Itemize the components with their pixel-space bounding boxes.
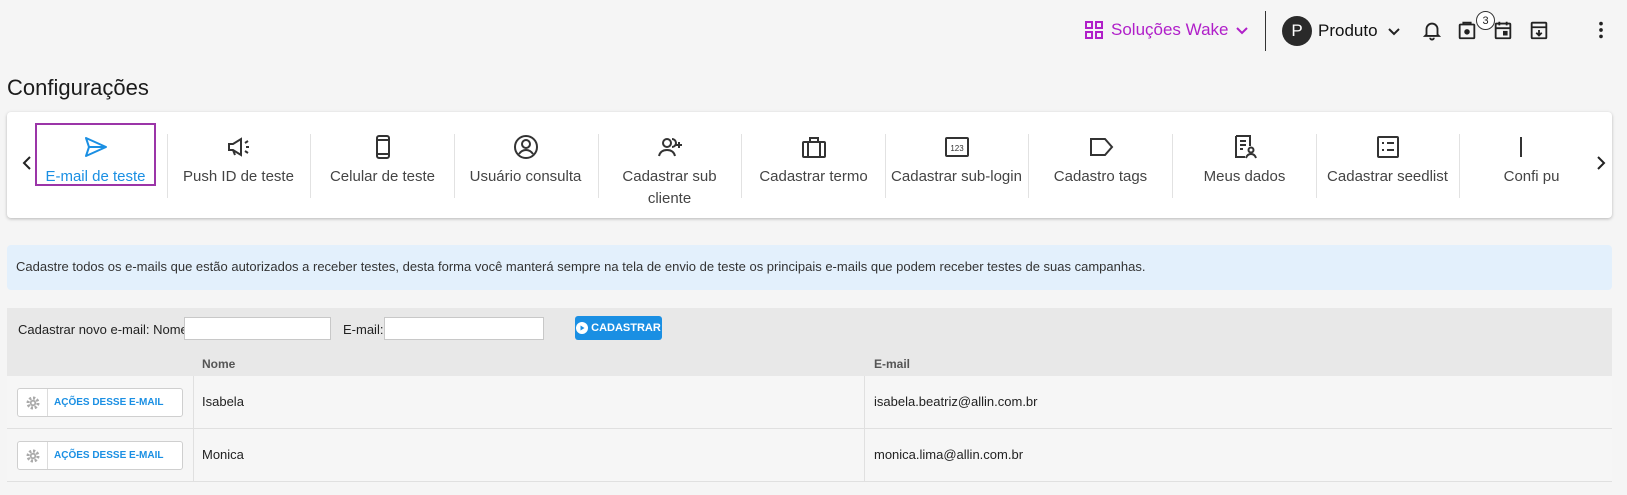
name-input[interactable]: [184, 317, 331, 340]
tab-email-de-teste[interactable]: E-mail de teste: [21, 134, 170, 214]
solutions-label: Soluções Wake: [1111, 20, 1229, 39]
more-vert-icon[interactable]: [1590, 19, 1612, 41]
group-add-icon: [657, 138, 682, 157]
column-divider: [864, 429, 865, 481]
tab-cadastrar-termo[interactable]: Cadastrar termo: [739, 134, 888, 214]
email-label: E-mail:: [343, 322, 384, 337]
info-banner: Cadastre todos os e-mails que estão auto…: [7, 245, 1612, 290]
chevron-down-icon: [1387, 28, 1400, 36]
header-divider: [1265, 11, 1266, 51]
megaphone-icon: [227, 137, 249, 157]
gear-icon: [26, 396, 39, 409]
email-actions-button[interactable]: AÇÕES DESSE E-MAIL: [17, 388, 183, 417]
cart-icon[interactable]: [1456, 19, 1478, 41]
column-header-nome: Nome: [202, 357, 236, 371]
column-divider: [864, 376, 865, 428]
email-table: Nome E-mail AÇÕES DESSE E-MAIL Isabela i…: [7, 351, 1612, 482]
tab-label: Cadastrar termo: [759, 168, 868, 185]
table-header: Nome E-mail: [7, 351, 1612, 376]
gear-icon: [26, 449, 39, 462]
play-circle-icon: [576, 322, 589, 334]
email-actions-button[interactable]: AÇÕES DESSE E-MAIL: [17, 441, 183, 470]
cadastrar-label: CADASTRAR: [591, 322, 661, 334]
settings-tabs-card: E-mail de teste Push ID de teste Celular…: [7, 112, 1612, 218]
tab-cadastrar-sub-cliente[interactable]: Cadastrar sub cliente: [595, 134, 744, 214]
tab-label: Usuário consulta: [469, 168, 582, 185]
row-email: monica.lima@allin.com.br: [874, 447, 1024, 462]
tab-label: Push ID de teste: [183, 168, 294, 185]
solutions-menu[interactable]: Soluções Wake: [1084, 18, 1250, 42]
gear-icon-wrap: [18, 389, 48, 416]
chevron-down-icon: [1236, 27, 1249, 35]
calendar-icon[interactable]: [1492, 19, 1514, 41]
tab-cadastro-tags[interactable]: Cadastro tags: [1026, 134, 1175, 214]
tab-label: Confi pu: [1503, 168, 1560, 185]
tab-usuario-consulta[interactable]: Usuário consulta: [451, 134, 600, 214]
tab-push-id-de-teste[interactable]: Push ID de teste: [164, 134, 313, 214]
column-divider: [193, 429, 194, 481]
avatar: P: [1282, 16, 1312, 46]
new-email-form: Cadastrar novo e-mail: Nome: E-mail: CAD…: [7, 308, 1612, 351]
send-icon: [84, 137, 107, 157]
tab-label: Cadastrar sub cliente: [622, 168, 717, 207]
grid-icon: [1085, 21, 1103, 39]
table-row: AÇÕES DESSE E-MAIL Monica monica.lima@al…: [7, 429, 1612, 482]
table-row: AÇÕES DESSE E-MAIL Isabela isabela.beatr…: [7, 376, 1612, 429]
row-name: Monica: [202, 447, 244, 462]
user-circle-icon: [513, 135, 538, 159]
user-document-icon: [1234, 135, 1257, 159]
top-bar: Soluções Wake P Produto 3: [0, 0, 1627, 60]
cadastrar-button[interactable]: CADASTRAR: [575, 316, 662, 340]
tab-cadastrar-sub-login[interactable]: 123 Cadastrar sub-login: [882, 134, 1031, 214]
email-actions-label: AÇÕES DESSE E-MAIL: [54, 450, 164, 461]
tab-label: E-mail de teste: [45, 168, 146, 185]
tab-label: Meus dados: [1203, 168, 1286, 185]
product-label: Produto: [1318, 21, 1378, 40]
tab-label: Cadastro tags: [1053, 168, 1148, 185]
download-box-icon[interactable]: [1528, 19, 1550, 41]
tab-label: Celular de teste: [329, 168, 436, 185]
tab-celular-de-teste[interactable]: Celular de teste: [308, 134, 457, 214]
tab-config-partial[interactable]: Confi pu: [1457, 134, 1567, 214]
numeric-box-icon: 123: [944, 137, 969, 157]
smartphone-icon: [375, 135, 390, 159]
column-divider: [193, 376, 194, 428]
gear-icon-wrap: [18, 442, 48, 469]
tab-meus-dados[interactable]: Meus dados: [1170, 134, 1319, 214]
product-menu[interactable]: P Produto: [1282, 15, 1402, 47]
tag-icon: [1089, 138, 1113, 156]
checklist-icon: [1376, 136, 1399, 158]
tab-label: Cadastrar sub-login: [891, 168, 1022, 185]
bell-icon[interactable]: [1421, 19, 1443, 41]
email-actions-label: AÇÕES DESSE E-MAIL: [54, 397, 164, 408]
row-name: Isabela: [202, 394, 244, 409]
page-title: Configurações: [7, 75, 149, 100]
email-input[interactable]: [384, 317, 544, 340]
briefcase-icon: [801, 137, 826, 158]
partial-icon: [1520, 137, 1522, 157]
tab-label: Cadastrar seedlist: [1327, 168, 1448, 185]
chevron-right-icon[interactable]: [1591, 154, 1609, 172]
svg-text:123: 123: [950, 144, 964, 153]
name-label: Cadastrar novo e-mail: Nome:: [18, 322, 192, 337]
row-email: isabela.beatriz@allin.com.br: [874, 394, 1038, 409]
column-header-email: E-mail: [874, 357, 911, 371]
tab-cadastrar-seedlist[interactable]: Cadastrar seedlist: [1313, 134, 1462, 214]
